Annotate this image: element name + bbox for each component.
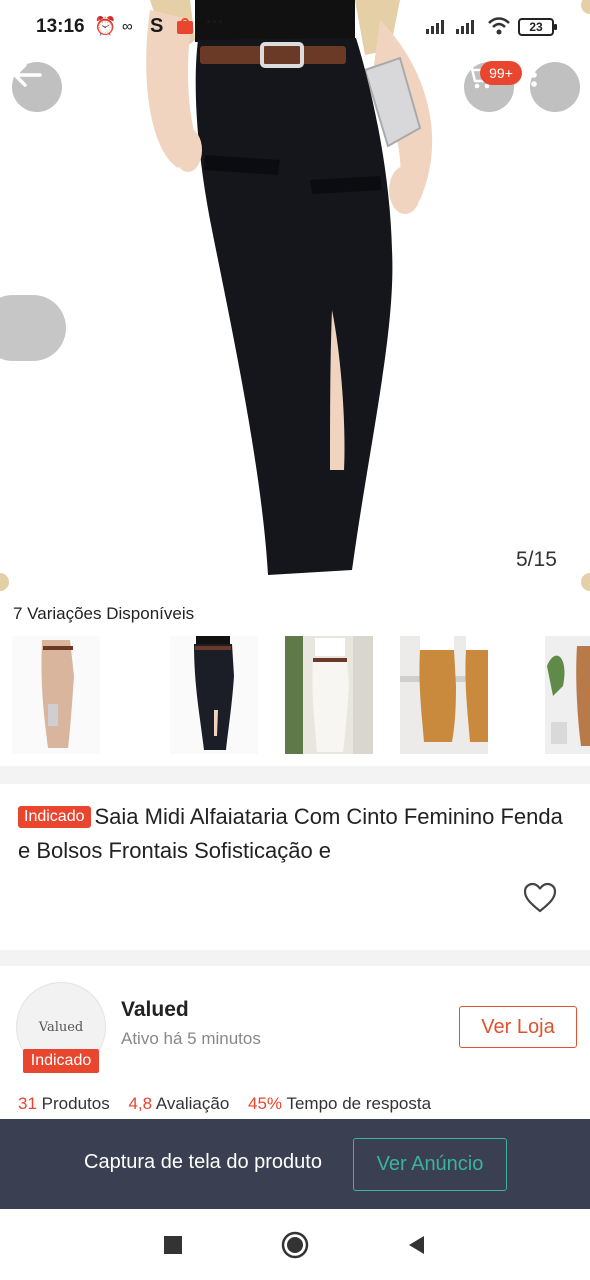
heart-icon	[523, 882, 557, 913]
variation-thumb[interactable]	[545, 636, 590, 754]
product-title: Saia Midi Alfaiataria Com Cinto Feminino…	[18, 804, 563, 863]
view-listing-button[interactable]: Ver Anúncio	[353, 1138, 507, 1191]
section-divider	[0, 766, 590, 784]
alarm-icon: ⏰	[94, 16, 117, 36]
visit-store-button[interactable]: Ver Loja	[459, 1006, 577, 1048]
shop-recommended-tag: Indicado	[23, 1049, 99, 1073]
triangle-back-icon	[409, 1236, 424, 1254]
stat-products: 31 Produtos	[18, 1094, 110, 1113]
home-button[interactable]	[281, 1231, 309, 1259]
capture-banner-text: Captura de tela do produto	[84, 1151, 322, 1173]
square-icon	[164, 1236, 182, 1254]
status-bar: 13:16 ⏰ ∞ S ··· 23	[0, 0, 590, 56]
variations-list	[12, 636, 590, 754]
recommended-tag: Indicado	[18, 806, 91, 828]
back-button[interactable]	[12, 62, 62, 112]
play-video-button[interactable]	[0, 295, 66, 361]
variation-thumb[interactable]	[285, 636, 373, 754]
recent-apps-button[interactable]	[159, 1231, 187, 1259]
product-image-gallery[interactable]: 13:16 ⏰ ∞ S ··· 23 99+ 5/15	[0, 0, 590, 592]
vertical-dots-icon	[531, 63, 537, 87]
system-back-button[interactable]	[402, 1231, 430, 1259]
cart-count-badge: 99+	[480, 61, 522, 85]
shop-stats: 31 Produtos 4,8 Avaliação 45% Tempo de r…	[18, 1094, 445, 1114]
more-options-button[interactable]	[530, 62, 580, 112]
image-counter: 5/15	[516, 548, 557, 571]
battery-indicator: 23	[518, 18, 557, 36]
favorite-button[interactable]	[522, 880, 558, 916]
arrow-left-icon	[13, 63, 42, 87]
stat-response-time: 45% Tempo de resposta	[248, 1094, 432, 1113]
variation-thumb[interactable]	[12, 636, 100, 754]
stat-rating: 4,8 Avaliação	[128, 1094, 230, 1113]
section-divider	[0, 950, 590, 966]
status-time: 13:16	[36, 16, 85, 37]
shop-last-active: Ativo há 5 minutos	[121, 1029, 261, 1048]
variation-thumb[interactable]	[400, 636, 488, 754]
app-s-icon: S	[150, 15, 164, 37]
shop-logo-text: Valued	[38, 1019, 84, 1035]
more-notifications-icon: ···	[206, 12, 224, 32]
system-navigation-bar	[0, 1209, 590, 1280]
shop-name[interactable]: Valued	[121, 998, 189, 1022]
product-capture-banner: Captura de tela do produto Ver Anúncio	[0, 1119, 590, 1209]
variation-thumb[interactable]	[170, 636, 258, 754]
variations-title: 7 Variações Disponíveis	[13, 604, 195, 623]
circle-home-icon	[281, 1231, 309, 1259]
product-title-block: Indicado Saia Midi Alfaiataria Com Cinto …	[18, 800, 574, 868]
link-icon: ∞	[122, 18, 133, 35]
